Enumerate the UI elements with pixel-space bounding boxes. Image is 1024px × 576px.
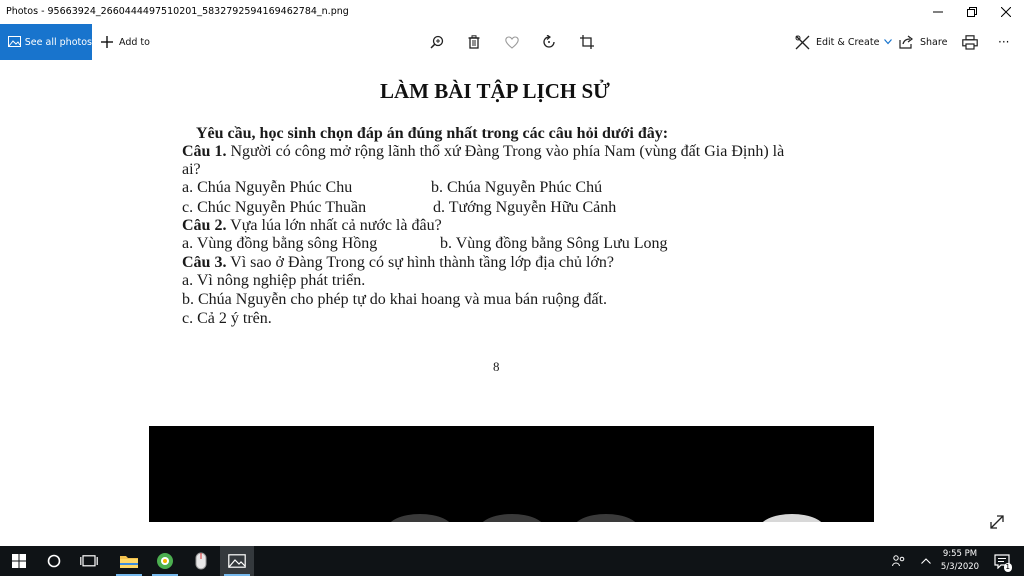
question-3: Câu 3. Vì sao ở Đàng Trong có sự hình th…: [182, 254, 614, 272]
document-title: LÀM BÀI TẬP LỊCH SỬ: [380, 79, 610, 103]
favorite-button[interactable]: [503, 33, 521, 51]
window-title: Photos - 95663924_2660444497510201_58327…: [6, 6, 349, 17]
people-button[interactable]: [886, 546, 912, 576]
edit-create-label: Edit & Create: [816, 36, 880, 48]
share-label: Share: [920, 36, 948, 48]
q1-option-d: d. Tướng Nguyễn Hữu Cảnh: [433, 199, 617, 216]
zoom-in-icon: [430, 35, 444, 49]
see-all-photos-button[interactable]: See all photos: [0, 24, 92, 60]
task-view-icon: [80, 555, 98, 567]
taskbar-app-mouse[interactable]: [184, 546, 218, 576]
delete-button[interactable]: [465, 33, 483, 51]
edit-create-button[interactable]: Edit & Create: [795, 24, 893, 60]
close-icon: [1001, 7, 1011, 17]
question-2-text: Vựa lúa lớn nhất cả nước là đâu?: [226, 217, 442, 234]
task-view-button[interactable]: [72, 546, 106, 576]
action-center-button[interactable]: 1: [988, 546, 1016, 576]
printer-icon: [962, 34, 978, 50]
blurred-shape: [479, 514, 545, 522]
restore-icon: [967, 7, 977, 17]
clock-time: 9:55 PM: [942, 549, 978, 559]
more-button[interactable]: ···: [998, 24, 1009, 60]
see-all-photos-label: See all photos: [24, 36, 92, 48]
question-3-text: Vì sao ở Đàng Trong có sự hình thành tần…: [226, 254, 614, 271]
minimize-icon: [933, 11, 943, 13]
question-2: Câu 2. Vựa lúa lớn nhất cả nước là đâu?: [182, 217, 442, 235]
start-button[interactable]: [2, 546, 36, 576]
q3-option-a: a. Vì nông nghiệp phát triển.: [182, 272, 366, 289]
question-1-continued: ai?: [182, 161, 201, 178]
q3-option-b: b. Chúa Nguyễn cho phép tự do khai hoang…: [182, 291, 608, 308]
zoom-button[interactable]: [428, 33, 446, 51]
title-bar: Photos - 95663924_2660444497510201_58327…: [0, 0, 1024, 24]
restore-button[interactable]: [955, 0, 989, 24]
chevron-up-icon: [921, 558, 931, 564]
chevron-down-icon: [884, 39, 893, 45]
show-hidden-icons-button[interactable]: [914, 546, 938, 576]
crop-icon: [580, 35, 594, 49]
print-button[interactable]: [961, 33, 979, 51]
people-icon: [892, 555, 905, 567]
blurred-shape: [759, 514, 825, 522]
q1-option-a: a. Chúa Nguyễn Phúc Chu: [182, 179, 353, 196]
more-icon: ···: [998, 35, 1010, 49]
trash-icon: [468, 35, 480, 49]
plus-icon: [101, 36, 113, 48]
close-button[interactable]: [989, 0, 1023, 24]
dark-image-region: [149, 426, 874, 522]
crop-button[interactable]: [578, 33, 596, 51]
question-1-label: Câu 1.: [182, 143, 227, 160]
blurred-shape: [387, 514, 453, 522]
q1-option-b: b. Chúa Nguyễn Phúc Chú: [431, 179, 603, 196]
minimize-button[interactable]: [921, 0, 955, 24]
taskbar-app-green[interactable]: [148, 546, 182, 576]
instruction-text: Yêu cầu, học sinh chọn đáp án đúng nhất …: [196, 125, 669, 142]
system-clock[interactable]: 9:55 PM 5/3/2020: [936, 548, 984, 574]
q2-option-a: a. Vùng đồng bằng sông Hồng: [182, 235, 378, 252]
green-app-icon: [157, 553, 173, 569]
add-to-button[interactable]: Add to: [100, 24, 150, 60]
q3-option-c: c. Cả 2 ý trên.: [182, 310, 272, 327]
photos-icon: [8, 36, 21, 47]
cortana-circle-icon: [47, 554, 61, 568]
q2-option-b: b. Vùng đồng bằng Sông Lưu Long: [440, 235, 668, 252]
add-to-label: Add to: [119, 36, 150, 48]
question-1: Câu 1. Người có công mở rộng lãnh thổ xứ…: [182, 143, 784, 161]
page-number: 8: [493, 359, 500, 374]
question-3-label: Câu 3.: [182, 254, 227, 271]
q1-option-c: c. Chúc Nguyễn Phúc Thuần: [182, 199, 367, 216]
share-button[interactable]: Share: [899, 24, 947, 60]
taskbar-photos[interactable]: [220, 546, 254, 576]
blurred-shape: [573, 514, 639, 522]
edit-create-icon: [795, 35, 810, 49]
full-screen-button[interactable]: [988, 513, 1006, 531]
question-2-label: Câu 2.: [182, 217, 227, 234]
search-button[interactable]: [37, 546, 71, 576]
heart-icon: [505, 35, 519, 49]
share-icon: [899, 35, 913, 49]
folder-icon: [120, 556, 138, 568]
clock-date: 5/3/2020: [940, 562, 980, 572]
rotate-button[interactable]: [540, 33, 558, 51]
windows-icon: [12, 554, 26, 568]
photos-app-icon: [228, 554, 246, 568]
expand-icon: [990, 515, 1004, 529]
rotate-icon: [543, 35, 555, 48]
question-1-text: Người có công mở rộng lãnh thổ xứ Đàng T…: [226, 143, 785, 160]
mouse-app-icon: [195, 552, 207, 570]
notification-count-badge: 1: [1003, 563, 1012, 572]
taskbar-file-explorer[interactable]: [112, 546, 146, 576]
